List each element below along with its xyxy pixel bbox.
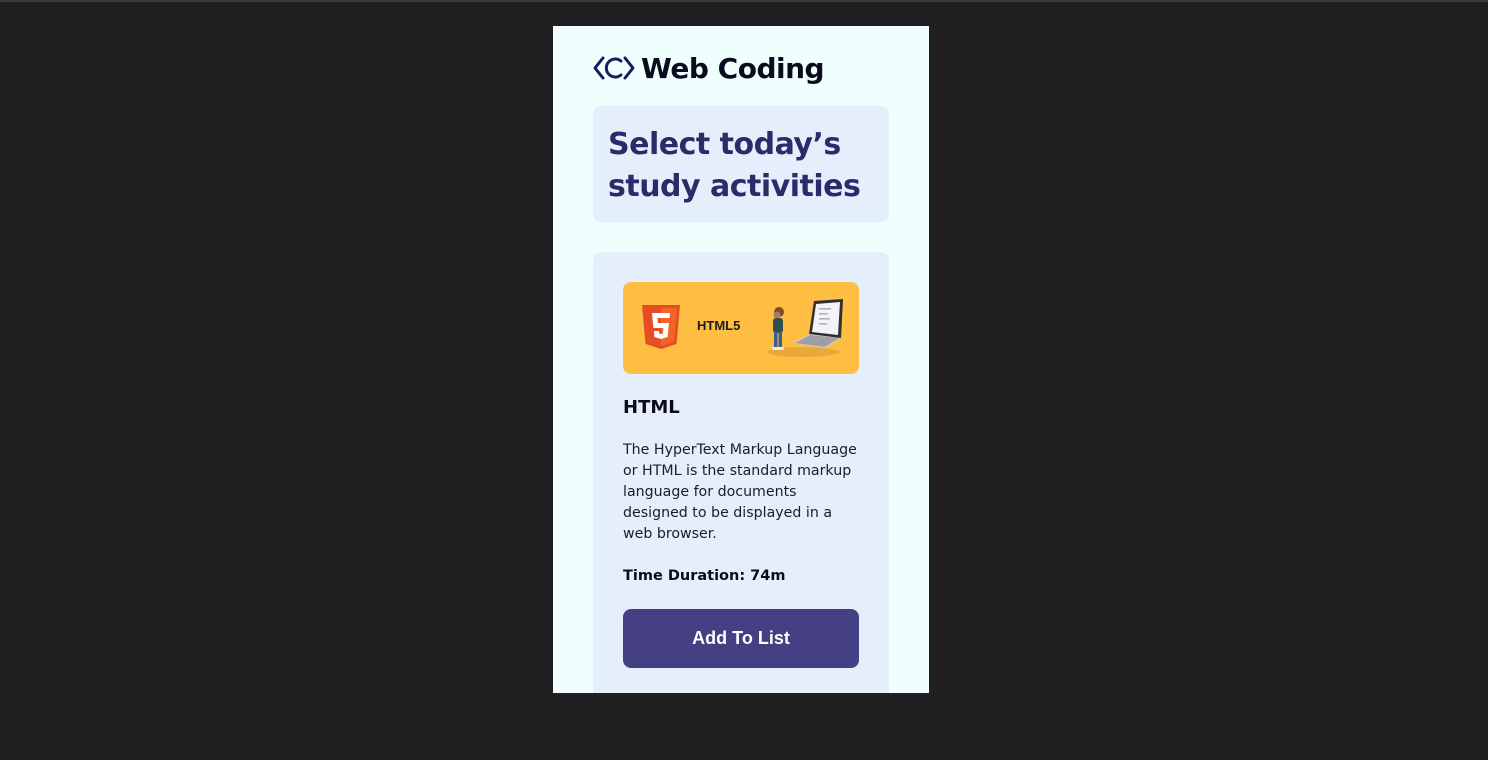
banner-label: HTML5 [697, 318, 741, 333]
page-title: Select today’s study activities [608, 127, 861, 204]
page-title-panel: Select today’s study activities [593, 106, 889, 222]
activity-card: HTML5 HTML The HyperText Markup Language… [593, 252, 889, 693]
add-to-list-button[interactable]: Add To List [623, 609, 859, 668]
window-top-border [0, 0, 1488, 2]
card-title: HTML [623, 397, 680, 418]
time-duration: Time Duration: 74m [623, 568, 786, 584]
html5-shield-icon [641, 304, 681, 354]
site-header: Web Coding [593, 50, 825, 86]
mobile-viewport: Web Coding Select today’s study activiti… [553, 26, 929, 693]
card-banner-image: HTML5 [623, 282, 859, 374]
brand-name[interactable]: Web Coding [641, 52, 825, 85]
card-description: The HyperText Markup Language or HTML is… [623, 442, 857, 542]
person-with-laptop-illustration [763, 296, 847, 364]
code-c-logo-icon[interactable] [593, 52, 635, 84]
